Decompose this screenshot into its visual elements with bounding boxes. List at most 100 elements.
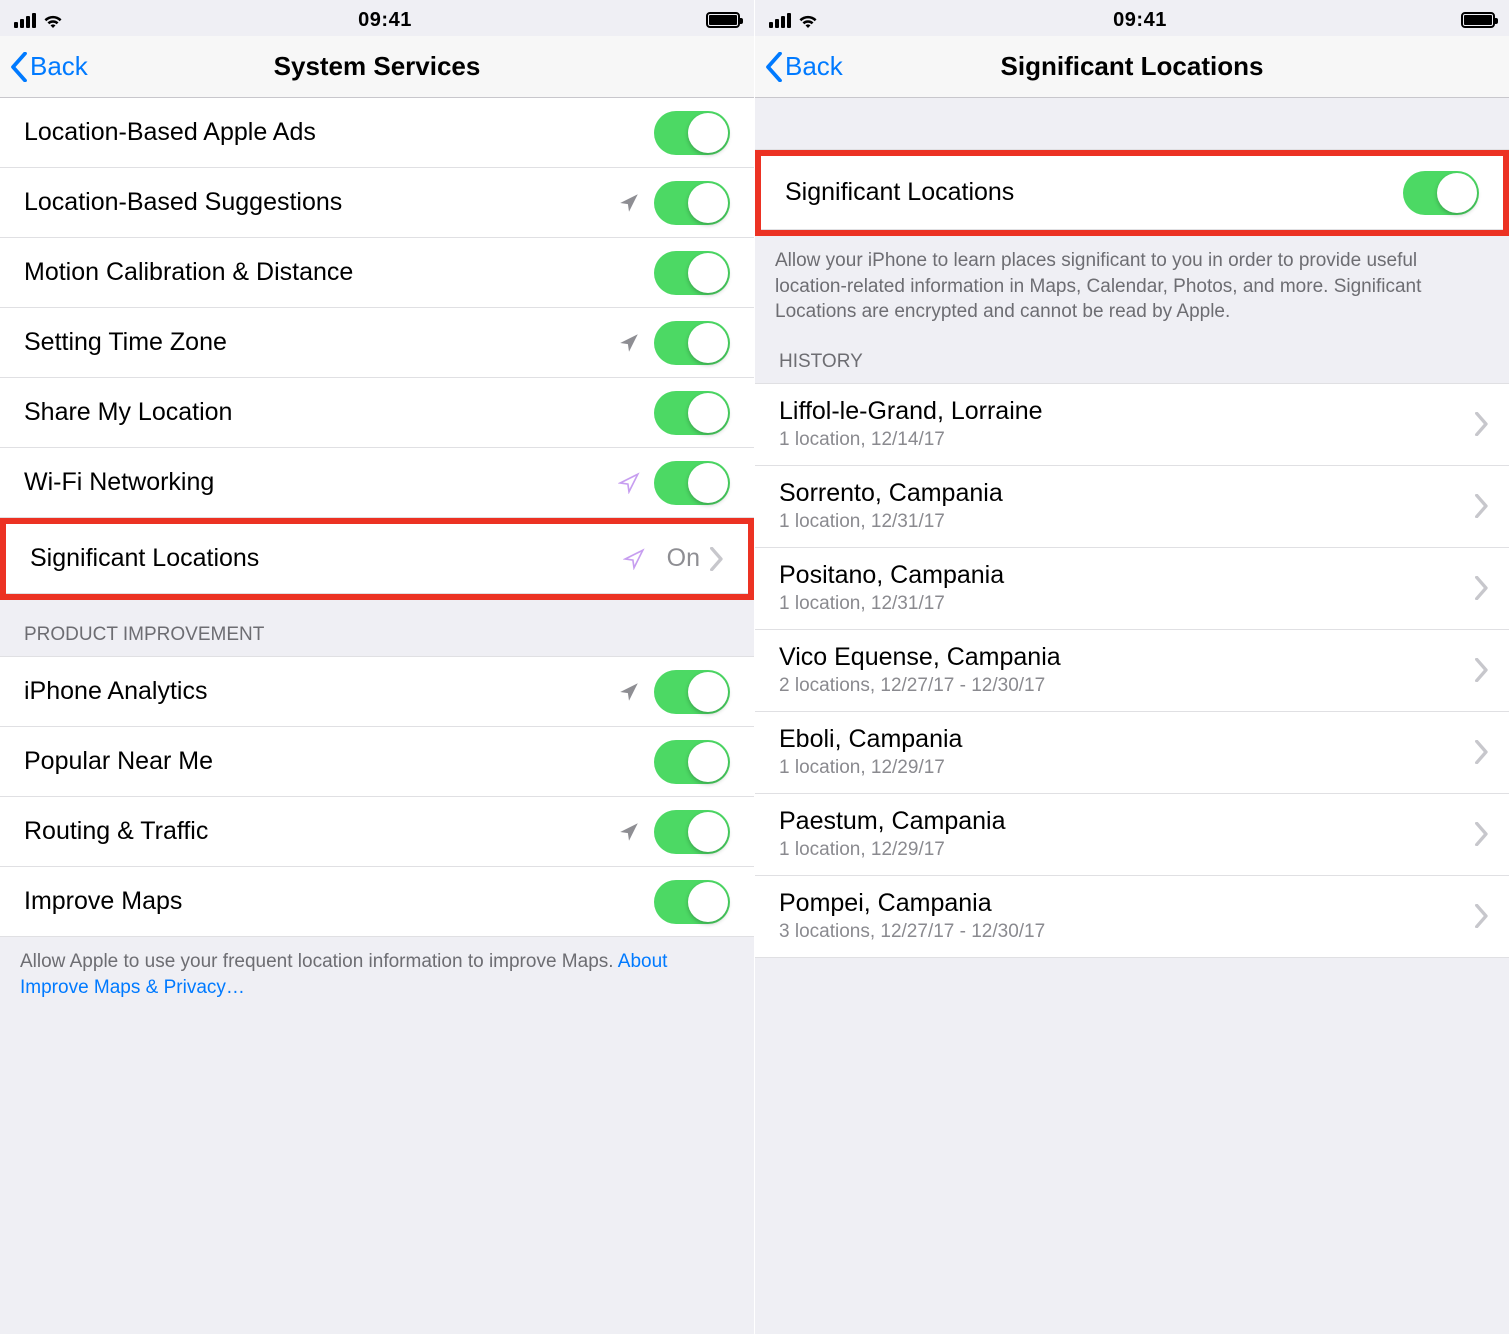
footer-text: Allow Apple to use your frequent locatio…	[0, 937, 754, 1016]
history-row[interactable]: Positano, Campania 1 location, 12/31/17	[755, 548, 1509, 630]
back-label: Back	[785, 51, 843, 82]
toggle-switch[interactable]	[654, 461, 730, 505]
right-phone: 09:41 Back Significant Locations Signifi…	[755, 0, 1510, 1334]
history-title: Sorrento, Campania	[779, 479, 1003, 508]
history-row[interactable]: Vico Equense, Campania 2 locations, 12/27…	[755, 630, 1509, 712]
toggle-switch[interactable]	[654, 251, 730, 295]
page-title: Significant Locations	[1001, 51, 1264, 82]
chevron-right-icon	[1475, 740, 1489, 764]
history-detail: 3 locations, 12/27/17 - 12/30/17	[779, 921, 1045, 943]
toggle-switch[interactable]	[654, 670, 730, 714]
toggle-switch[interactable]	[654, 321, 730, 365]
row-setting-time-zone[interactable]: Setting Time Zone	[0, 308, 754, 378]
cell-label: Significant Locations	[785, 178, 1403, 207]
battery-icon	[706, 12, 740, 28]
history-row[interactable]: Eboli, Campania 1 location, 12/29/17	[755, 712, 1509, 794]
toggle-switch[interactable]	[654, 391, 730, 435]
cell-label: Wi-Fi Networking	[24, 468, 618, 497]
row-significant-locations[interactable]: Significant Locations On	[6, 524, 748, 594]
highlight-significant-locations: Significant Locations	[755, 150, 1509, 236]
history-row[interactable]: Paestum, Campania 1 location, 12/29/17	[755, 794, 1509, 876]
row-popular-near-me[interactable]: Popular Near Me	[0, 727, 754, 797]
cell-label: iPhone Analytics	[24, 677, 618, 706]
row-improve-maps[interactable]: Improve Maps	[0, 867, 754, 937]
content: Significant Locations Allow your iPhone …	[755, 98, 1509, 1334]
history-title: Vico Equense, Campania	[779, 643, 1061, 672]
status-bar: 09:41	[755, 0, 1509, 36]
toggle-switch[interactable]	[654, 880, 730, 924]
toggle-switch[interactable]	[1403, 171, 1479, 215]
cell-value: On	[667, 544, 700, 573]
description-text: Allow your iPhone to learn places signif…	[755, 236, 1509, 341]
signal-icon	[14, 13, 36, 28]
chevron-right-icon	[1475, 412, 1489, 436]
history-title: Eboli, Campania	[779, 725, 962, 754]
location-arrow-icon	[623, 548, 645, 570]
row-motion-calibration-distance[interactable]: Motion Calibration & Distance	[0, 238, 754, 308]
cell-label: Location-Based Suggestions	[24, 188, 618, 217]
status-bar: 09:41	[0, 0, 754, 36]
row-routing-traffic[interactable]: Routing & Traffic	[0, 797, 754, 867]
content: Location-Based Apple Ads Location-Based S…	[0, 98, 754, 1334]
left-phone: 09:41 Back System Services Location-Base…	[0, 0, 755, 1334]
wifi-icon	[42, 12, 64, 28]
history-detail: 1 location, 12/29/17	[779, 839, 945, 861]
wifi-icon	[797, 12, 819, 28]
chevron-right-icon	[1475, 822, 1489, 846]
spacer	[755, 98, 1509, 150]
chevron-right-icon	[1475, 576, 1489, 600]
nav-header: Back Significant Locations	[755, 36, 1509, 98]
chevron-right-icon	[1475, 904, 1489, 928]
location-arrow-icon	[618, 681, 640, 703]
toggle-switch[interactable]	[654, 111, 730, 155]
back-button[interactable]: Back	[10, 51, 88, 82]
signal-icon	[769, 13, 791, 28]
history-title: Positano, Campania	[779, 561, 1004, 590]
status-time: 09:41	[358, 9, 412, 32]
location-arrow-icon	[618, 821, 640, 843]
chevron-right-icon	[1475, 658, 1489, 682]
history-detail: 2 locations, 12/27/17 - 12/30/17	[779, 675, 1045, 697]
location-arrow-icon	[618, 192, 640, 214]
footer-desc: Allow Apple to use your frequent locatio…	[20, 951, 618, 972]
row-iphone-analytics[interactable]: iPhone Analytics	[0, 657, 754, 727]
section-header-history: History	[755, 341, 1509, 384]
row-location-based-suggestions[interactable]: Location-Based Suggestions	[0, 168, 754, 238]
toggle-switch[interactable]	[654, 740, 730, 784]
history-title: Liffol-le-Grand, Lorraine	[779, 397, 1043, 426]
location-arrow-icon	[618, 332, 640, 354]
significant-locations-toggle-row[interactable]: Significant Locations	[761, 156, 1503, 230]
row-wi-fi-networking[interactable]: Wi-Fi Networking	[0, 448, 754, 518]
toggle-switch[interactable]	[654, 181, 730, 225]
nav-header: Back System Services	[0, 36, 754, 98]
chevron-right-icon	[1475, 494, 1489, 518]
status-time: 09:41	[1113, 9, 1167, 32]
cell-label: Routing & Traffic	[24, 817, 618, 846]
history-row[interactable]: Pompei, Campania 3 locations, 12/27/17 - …	[755, 876, 1509, 958]
cell-label: Significant Locations	[30, 544, 623, 573]
cell-label: Improve Maps	[24, 887, 654, 916]
location-arrow-icon	[618, 472, 640, 494]
cell-label: Location-Based Apple Ads	[24, 118, 654, 147]
cell-label: Popular Near Me	[24, 747, 654, 776]
toggle-switch[interactable]	[654, 810, 730, 854]
section-header-product-improvement: Product Improvement	[0, 600, 754, 657]
cell-label: Share My Location	[24, 398, 654, 427]
battery-icon	[1461, 12, 1495, 28]
history-row[interactable]: Sorrento, Campania 1 location, 12/31/17	[755, 466, 1509, 548]
page-title: System Services	[274, 51, 481, 82]
history-title: Pompei, Campania	[779, 889, 992, 918]
cell-label: Motion Calibration & Distance	[24, 258, 654, 287]
history-detail: 1 location, 12/14/17	[779, 429, 945, 451]
history-detail: 1 location, 12/31/17	[779, 511, 945, 533]
history-row[interactable]: Liffol-le-Grand, Lorraine 1 location, 12/…	[755, 384, 1509, 466]
row-location-based-apple-ads[interactable]: Location-Based Apple Ads	[0, 98, 754, 168]
history-detail: 1 location, 12/31/17	[779, 593, 945, 615]
back-label: Back	[30, 51, 88, 82]
history-title: Paestum, Campania	[779, 807, 1006, 836]
chevron-right-icon	[710, 547, 724, 571]
back-button[interactable]: Back	[765, 51, 843, 82]
history-detail: 1 location, 12/29/17	[779, 757, 945, 779]
row-share-my-location[interactable]: Share My Location	[0, 378, 754, 448]
cell-label: Setting Time Zone	[24, 328, 618, 357]
